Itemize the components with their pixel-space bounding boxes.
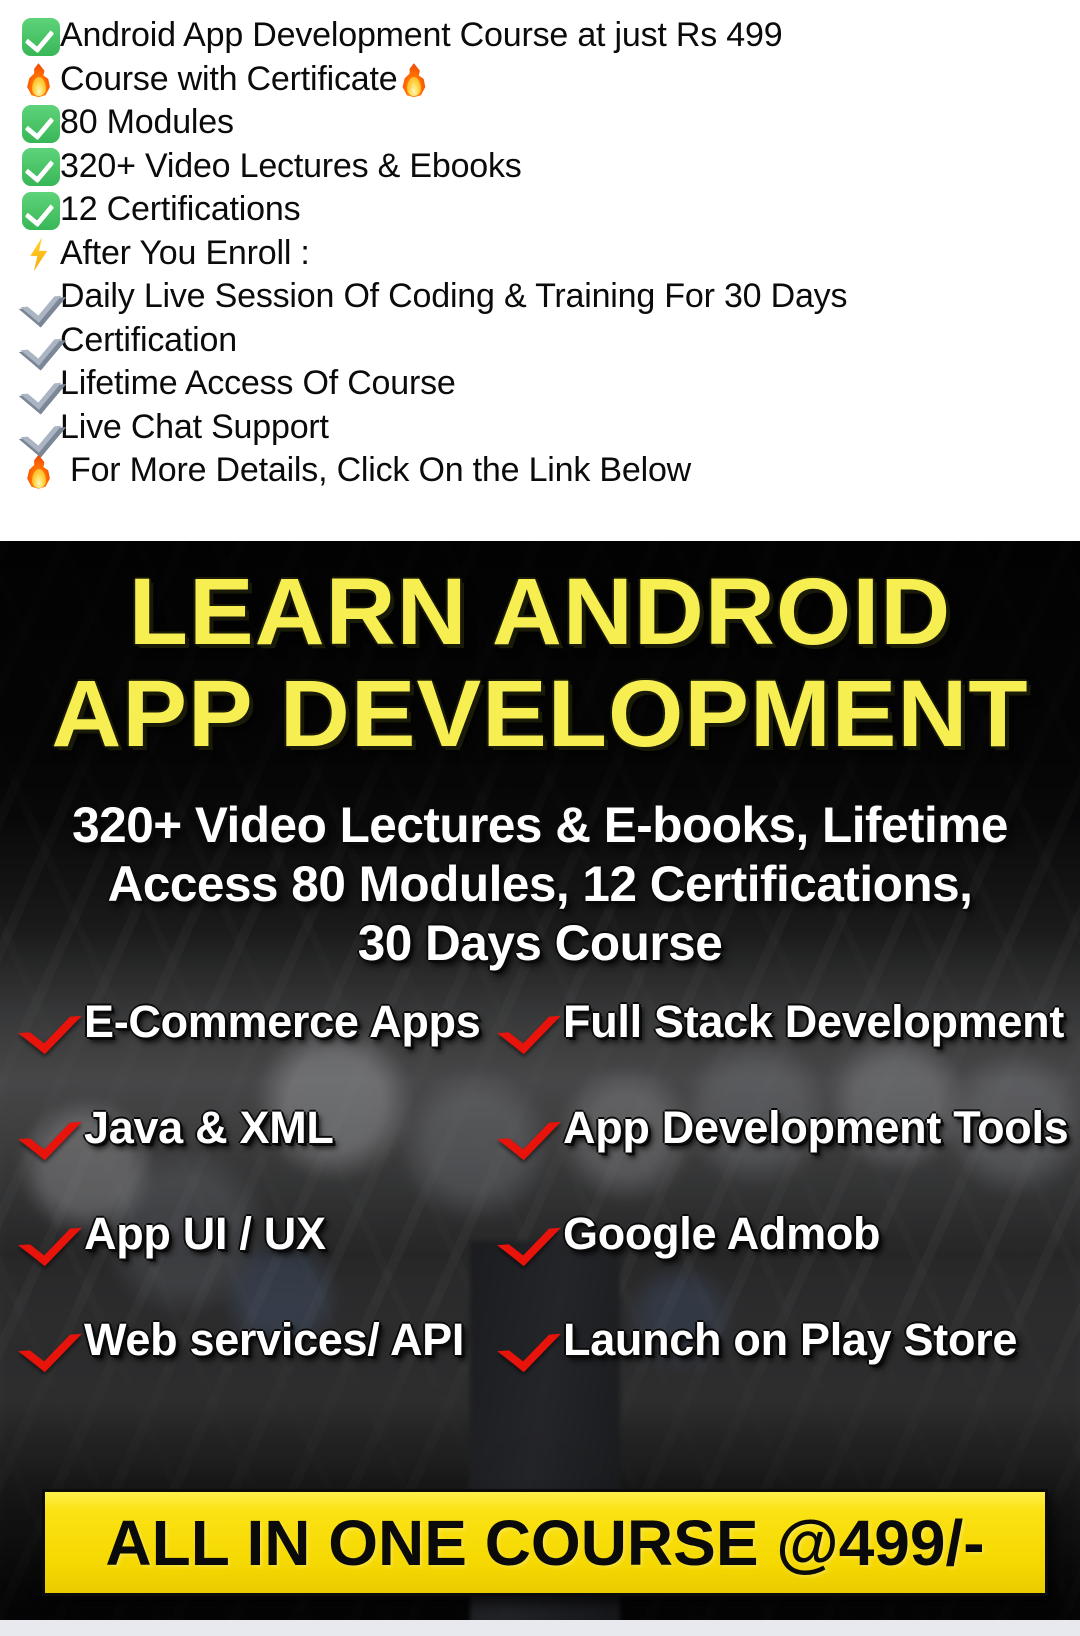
ad-page: Android App Development Course at just R…	[0, 0, 1080, 1636]
post-text-block: Android App Development Course at just R…	[0, 0, 1080, 541]
banner-subtitle: 320+ Video Lectures & E-books, Lifetime …	[0, 796, 1080, 973]
feature-label: Full Stack Development	[563, 996, 1065, 1047]
feature-item: Launch on Play Store	[505, 1314, 1017, 1366]
banner-feature-list: E-Commerce Apps Full Stack Development J…	[0, 996, 1080, 1416]
red-check-icon	[505, 996, 549, 1048]
post-line-text: Lifetime Access Of Course	[60, 364, 456, 402]
fire-emoji	[22, 61, 60, 99]
post-line-text: Certification	[60, 320, 237, 359]
fire-emoji	[22, 453, 60, 491]
heavy-check-mark-emoji	[22, 366, 60, 404]
feature-item: App Development Tools	[505, 1102, 1069, 1154]
post-line-text: 320+ Video Lectures & Ebooks	[60, 146, 522, 185]
post-line-text: For More Details, Click On the Link Belo…	[70, 451, 692, 489]
white-check-mark-emoji	[22, 17, 60, 56]
post-line: After You Enroll :	[22, 232, 1080, 276]
feature-label: App UI / UX	[84, 1208, 326, 1259]
post-line: Certification	[22, 319, 1080, 363]
feature-label: Java & XML	[84, 1102, 334, 1153]
red-check-icon	[505, 1208, 549, 1260]
post-line-text: 12 Certifications	[60, 190, 301, 228]
post-line-text: Daily Live Session Of Coding & Training …	[60, 277, 848, 315]
headline-line-1: LEARN ANDROID	[128, 559, 952, 665]
feature-item: Java & XML	[26, 1102, 334, 1154]
post-line-text: After You Enroll :	[60, 233, 310, 272]
banner-headline: LEARN ANDROID APP DEVELOPMENT	[0, 561, 1080, 765]
post-line: Lifetime Access Of Course	[22, 362, 1080, 406]
post-line: 12 Certifications	[22, 188, 1080, 232]
feature-item: Full Stack Development	[505, 996, 1064, 1048]
bottom-strip	[0, 1620, 1080, 1636]
white-check-mark-emoji	[22, 191, 60, 230]
subtitle-line-1: 320+ Video Lectures & E-books, Lifetime	[72, 797, 1008, 853]
feature-label: Google Admob	[563, 1208, 881, 1259]
post-line-text: Android App Development Course at just R…	[60, 16, 783, 54]
red-check-icon	[26, 1208, 70, 1260]
feature-label: E-Commerce Apps	[84, 996, 481, 1047]
high-voltage-emoji	[22, 235, 60, 273]
red-check-icon	[505, 1314, 549, 1366]
red-check-icon	[26, 1102, 70, 1154]
post-line-text: 80 Modules	[60, 103, 234, 141]
feature-item: E-Commerce Apps	[26, 996, 481, 1048]
post-line: Live Chat Support	[22, 406, 1080, 450]
heavy-check-mark-emoji	[22, 322, 60, 360]
subtitle-line-3: 30 Days Course	[357, 915, 723, 971]
feature-label: Launch on Play Store	[563, 1314, 1018, 1365]
post-line: 320+ Video Lectures & Ebooks	[22, 145, 1080, 189]
post-line: For More Details, Click On the Link Belo…	[22, 449, 1080, 493]
feature-label: App Development Tools	[563, 1102, 1069, 1153]
post-line: Android App Development Course at just R…	[22, 14, 1080, 58]
feature-item: Google Admob	[505, 1208, 881, 1260]
headline-line-2: APP DEVELOPMENT	[51, 661, 1029, 767]
post-line: 80 Modules	[22, 101, 1080, 145]
course-banner-image[interactable]: LEARN ANDROID APP DEVELOPMENT 320+ Video…	[0, 541, 1080, 1620]
subtitle-line-2: Access 80 Modules, 12 Certifications,	[107, 856, 973, 912]
post-line-text: Live Chat Support	[60, 407, 329, 446]
heavy-check-mark-emoji	[22, 279, 60, 317]
feature-label: Web services/ API	[84, 1314, 465, 1365]
feature-item: App UI / UX	[26, 1208, 326, 1260]
post-line: Course with Certificate	[22, 58, 1080, 102]
red-check-icon	[505, 1102, 549, 1154]
post-line: Daily Live Session Of Coding & Training …	[22, 275, 1080, 319]
red-check-icon	[26, 1314, 70, 1366]
feature-item: Web services/ API	[26, 1314, 464, 1366]
white-check-mark-emoji	[22, 104, 60, 143]
red-check-icon	[26, 996, 70, 1048]
heavy-check-mark-emoji	[22, 409, 60, 447]
cta-price-banner[interactable]: ALL IN ONE COURSE @499/-	[42, 1489, 1048, 1596]
cta-price-text: ALL IN ONE COURSE @499/-	[105, 1506, 985, 1579]
post-line-text: Course with Certificate	[60, 59, 398, 98]
fire-emoji-trailing	[397, 61, 435, 99]
white-check-mark-emoji	[22, 148, 60, 187]
